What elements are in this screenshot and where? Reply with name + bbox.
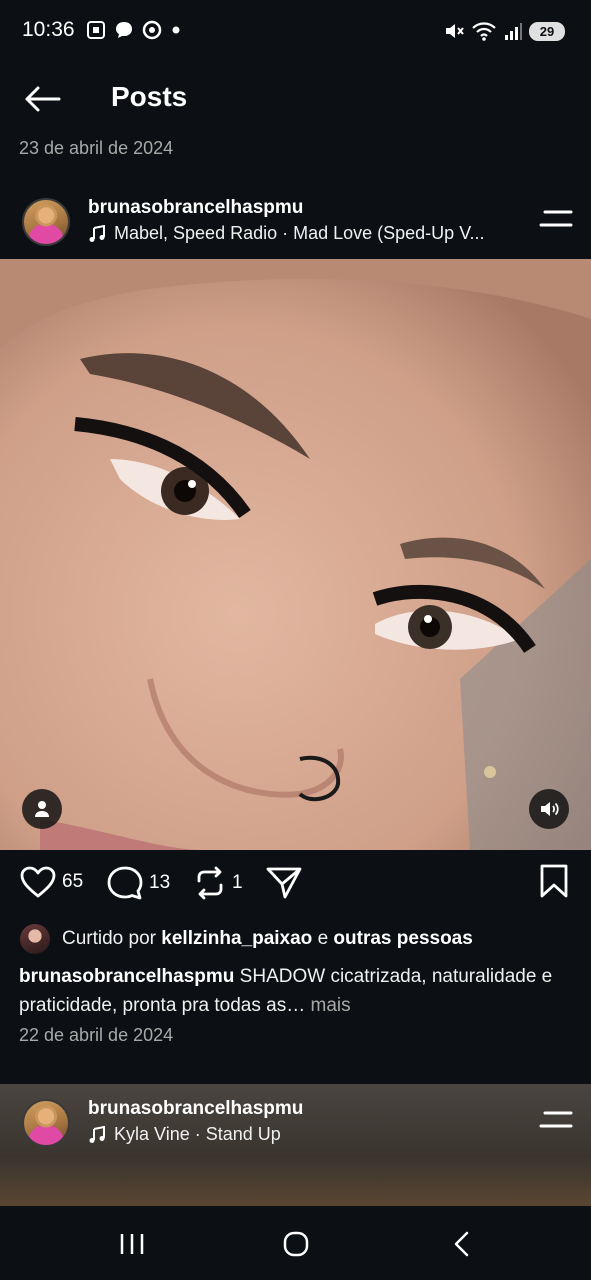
mute-icon — [443, 20, 465, 42]
status-bar: 10:36 29 — [0, 0, 591, 62]
status-right-icons: 29 — [443, 20, 565, 42]
header: Posts — [0, 62, 591, 136]
second-post-header: brunasobrancelhaspmu Kyla Vine · Stand U… — [0, 1094, 591, 1156]
menu-button[interactable] — [539, 207, 573, 231]
home-icon — [283, 1231, 309, 1257]
system-nav-bar — [0, 1206, 591, 1280]
like-button[interactable]: 65 — [20, 866, 83, 898]
comment-count: 13 — [149, 872, 171, 893]
wifi-icon — [471, 20, 497, 42]
second-post[interactable]: brunasobrancelhaspmu Kyla Vine · Stand U… — [0, 1084, 591, 1206]
status-left-icons — [86, 20, 182, 40]
dot-icon — [170, 24, 182, 36]
liked-by-row[interactable]: Curtido por kellzinha_paixao e outras pe… — [20, 924, 473, 954]
recent-apps-button[interactable] — [110, 1228, 154, 1260]
liker-avatar — [20, 924, 50, 954]
menu-icon — [539, 1111, 573, 1128]
avatar[interactable] — [22, 198, 70, 246]
sound-toggle-button[interactable] — [529, 789, 569, 829]
recent-apps-icon — [120, 1234, 144, 1254]
post-actions: 65 13 1 — [0, 862, 591, 906]
liked-by-and: e — [312, 928, 334, 949]
tagged-people-button[interactable] — [22, 789, 62, 829]
bookmark-icon — [540, 864, 568, 898]
liked-by-others[interactable]: outras pessoas — [333, 928, 472, 949]
second-avatar[interactable] — [22, 1099, 70, 1147]
liked-by-prefix: Curtido por — [62, 928, 162, 949]
chrome-icon — [142, 20, 162, 40]
status-time: 10:36 — [22, 18, 75, 41]
like-count: 65 — [62, 871, 84, 892]
home-button[interactable] — [274, 1228, 318, 1260]
back-button[interactable] — [20, 80, 64, 118]
second-post-username[interactable]: brunasobrancelhaspmu — [88, 1098, 303, 1120]
comment-icon — [107, 866, 143, 900]
person-icon — [35, 801, 49, 817]
speaker-icon — [541, 802, 559, 816]
arrow-left-icon — [25, 86, 61, 112]
post-caption: brunasobrancelhaspmu SHADOW cicatrizada,… — [19, 962, 569, 1020]
music-note-icon — [89, 1125, 105, 1143]
post-photo[interactable] — [0, 259, 591, 850]
comment-button[interactable]: 13 — [107, 866, 170, 900]
caption-username[interactable]: brunasobrancelhaspmu — [19, 966, 234, 987]
post-header: brunasobrancelhaspmu Mabel, Speed Radio … — [0, 193, 591, 255]
save-button[interactable] — [539, 864, 569, 898]
signal-icon — [503, 21, 523, 41]
menu-icon — [539, 210, 573, 227]
top-date: 23 de abril de 2024 — [19, 138, 174, 158]
send-icon — [266, 867, 302, 899]
repost-icon — [197, 866, 223, 900]
repost-button[interactable]: 1 — [194, 866, 243, 900]
liked-by-user[interactable]: kellzinha_paixao — [161, 928, 312, 949]
chevron-left-icon — [454, 1231, 469, 1257]
music-label: Mabel, Speed Radio · Mad Love (Sped-Up V… — [114, 223, 485, 243]
face-photo — [0, 259, 591, 850]
post-date: 22 de abril de 2024 — [19, 1025, 174, 1045]
second-music-label: Kyla Vine · Stand Up — [114, 1124, 281, 1144]
second-menu-button[interactable] — [539, 1108, 573, 1132]
system-back-button[interactable] — [440, 1228, 484, 1260]
more-link[interactable]: mais — [305, 995, 351, 1016]
music-note-icon — [89, 224, 105, 242]
repost-count: 1 — [232, 872, 243, 893]
page-title: Posts — [111, 81, 188, 112]
battery-indicator: 29 — [529, 21, 565, 41]
heart-icon — [20, 866, 56, 898]
screenshot-icon — [86, 20, 106, 40]
music-row[interactable]: Mabel, Speed Radio · Mad Love (Sped-Up V… — [88, 223, 485, 244]
second-music-row[interactable]: Kyla Vine · Stand Up — [88, 1124, 281, 1145]
post-username[interactable]: brunasobrancelhaspmu — [88, 197, 303, 219]
liked-by-text: Curtido por kellzinha_paixao e outras pe… — [62, 928, 473, 950]
share-button[interactable] — [266, 866, 302, 900]
chat-icon — [114, 20, 134, 40]
